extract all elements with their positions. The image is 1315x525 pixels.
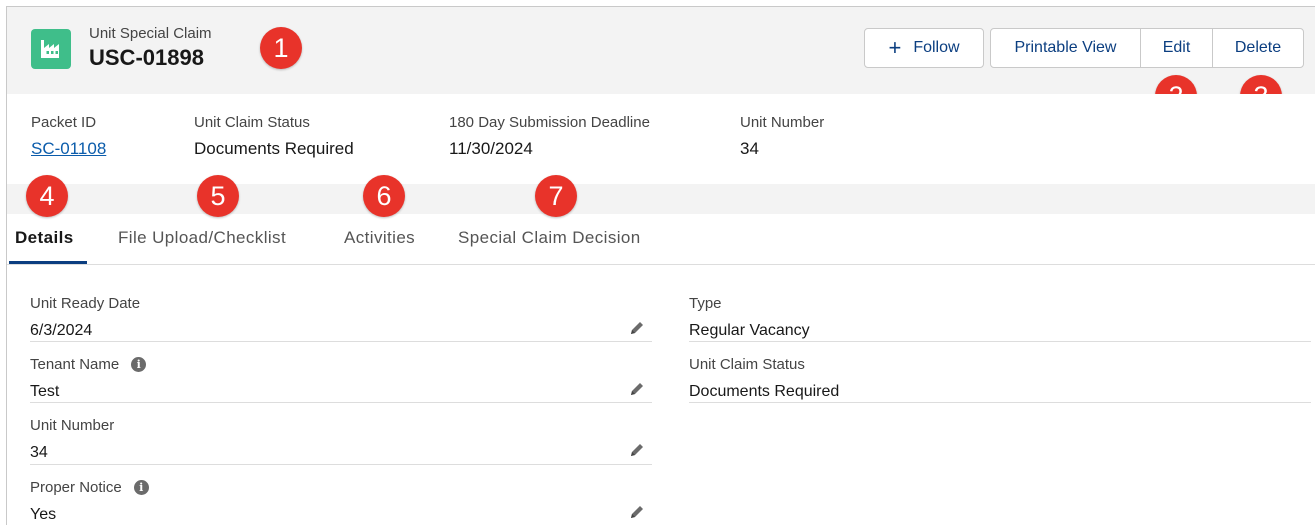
info-icon[interactable]: i [131,357,147,372]
field-proper-notice: Proper Notice i Yes [30,465,652,525]
delete-button[interactable]: Delete [1212,28,1304,68]
field-label: Type [689,295,722,312]
field-value: Documents Required [689,383,840,400]
highlight-unit-number: Unit Number 34 [740,114,824,159]
field-label-text: Proper Notice [30,479,122,496]
pencil-icon[interactable] [628,380,646,398]
field-value: Yes [30,506,57,523]
field-value: 34 [30,444,48,461]
tab-activities[interactable]: Activities [344,228,415,248]
record-header: Unit Special Claim USC-01898 1 + Follow … [7,7,1315,94]
field-label-text: Unit Ready Date [30,295,141,312]
follow-button[interactable]: + Follow [864,28,984,68]
field-label: Unit Claim Status [689,356,805,373]
highlight-submission-deadline: 180 Day Submission Deadline 11/30/2024 [449,114,650,159]
plus-icon: + [888,35,902,60]
highlights-panel: Packet ID SC-01108 Unit Claim Status Doc… [7,94,1315,184]
record-name: USC-01898 [89,45,204,70]
field-label: Tenant Name i [30,356,147,373]
highlight-unit-claim-status: Unit Claim Status Documents Required [194,114,354,159]
annotation-badge-1: 1 [260,27,302,69]
record-type-label: Unit Special Claim [89,25,212,42]
annotation-badge-5: 5 [197,175,239,217]
factory-icon [31,29,71,69]
field-type: Type Regular Vacancy [689,281,1311,342]
pencil-icon[interactable] [628,319,646,337]
annotation-badge-4: 4 [26,175,68,217]
highlight-label: Packet ID [31,114,97,131]
tab-file-upload-checklist[interactable]: File Upload/Checklist [118,228,286,248]
packet-id-link[interactable]: SC-01108 [31,139,106,159]
field-label: Proper Notice i [30,479,149,496]
field-value: Regular Vacancy [689,322,810,339]
pencil-icon[interactable] [628,441,646,459]
printable-view-button[interactable]: Printable View [990,28,1141,68]
field-label: Unit Number [30,417,114,434]
highlight-value: 11/30/2024 [449,139,533,158]
highlight-value: 34 [740,139,759,158]
info-icon[interactable]: i [133,480,149,495]
field-label-text: Tenant Name [30,356,120,373]
field-tenant-name: Tenant Name i Test [30,342,652,403]
highlight-label: 180 Day Submission Deadline [449,114,650,131]
pencil-icon[interactable] [628,503,646,521]
field-unit-ready-date: Unit Ready Date 6/3/2024 [30,281,652,342]
highlight-label: Unit Number [740,114,825,131]
field-label-text: Unit Number [30,417,115,434]
field-unit-claim-status: Unit Claim Status Documents Required [689,342,1311,403]
record-page: Unit Special Claim USC-01898 1 + Follow … [6,6,1315,525]
field-value: 6/3/2024 [30,322,93,339]
highlight-packet-id: Packet ID SC-01108 [31,114,106,159]
tab-details[interactable]: Details [15,228,74,248]
highlight-label: Unit Claim Status [194,114,310,131]
follow-button-label: Follow [913,39,960,56]
annotation-badge-7: 7 [535,175,577,217]
field-unit-number: Unit Number 34 [30,403,652,465]
tab-divider [7,264,1315,265]
annotation-badge-6: 6 [363,175,405,217]
field-value: Test [30,383,60,400]
field-label-text: Unit Claim Status [689,356,805,373]
field-label: Unit Ready Date [30,295,140,312]
highlight-value: Documents Required [194,139,354,158]
field-label-text: Type [689,295,722,312]
edit-button[interactable]: Edit [1140,28,1213,68]
tab-special-claim-decision[interactable]: Special Claim Decision [458,228,641,248]
